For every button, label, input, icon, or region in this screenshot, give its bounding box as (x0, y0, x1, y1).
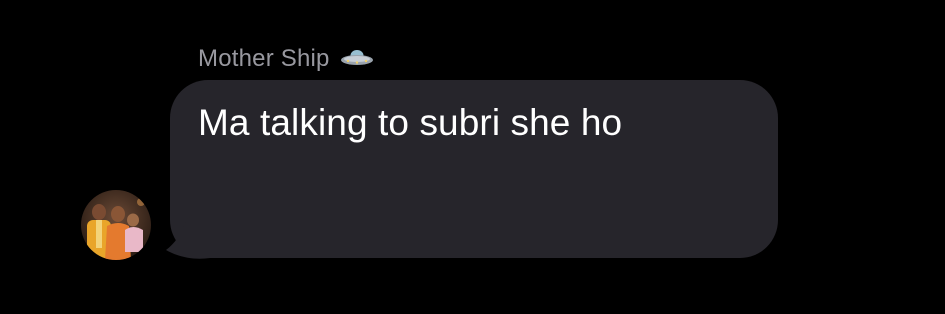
sender-avatar[interactable] (81, 190, 151, 260)
sender-header: Mother Ship (198, 44, 374, 74)
message-text: Ma talking to subri she ho (198, 102, 623, 143)
family-photo-avatar (81, 190, 151, 260)
ufo-icon (340, 48, 374, 70)
sender-name: Mother Ship (198, 45, 330, 72)
